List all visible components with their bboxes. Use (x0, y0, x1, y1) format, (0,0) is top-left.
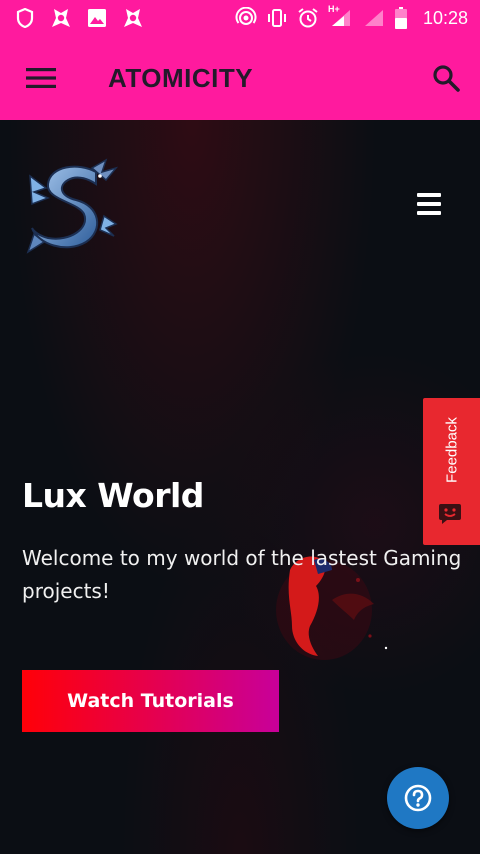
chat-face-icon (439, 504, 461, 524)
clock: 10:28 (422, 7, 468, 28)
app-notification-icon (50, 7, 72, 29)
app-bar: ATOMICITY (0, 36, 480, 120)
image-icon (86, 7, 108, 29)
app-notification-icon (122, 7, 144, 29)
system-icons: H+ 10:28 (235, 4, 468, 29)
help-button[interactable] (387, 767, 449, 829)
alarm-icon (297, 7, 319, 29)
hero-title: Lux World (22, 476, 204, 515)
hero-subtitle: Welcome to my world of the lastest Gamin… (22, 546, 462, 603)
hamburger-menu-icon[interactable] (417, 192, 443, 216)
feedback-label: Feedback (443, 417, 460, 483)
dragon-s-logo[interactable] (26, 158, 118, 256)
hero-section: Lux World Welcome to my world of the las… (0, 120, 480, 854)
search-icon[interactable] (432, 64, 460, 92)
signal-icon (363, 7, 385, 29)
app-title: ATOMICITY (108, 62, 254, 93)
hamburger-menu-icon[interactable] (26, 67, 56, 89)
feedback-tab[interactable]: Feedback (423, 398, 480, 545)
status-bar: H+ 10:28 (0, 0, 480, 36)
shield-icon (14, 7, 36, 29)
battery-icon (394, 7, 408, 29)
signal-icon: H+ (327, 4, 354, 29)
notification-icons (14, 7, 144, 29)
question-mark-icon (404, 784, 432, 812)
network-type-label: H+ (327, 4, 340, 14)
watch-tutorials-button[interactable]: Watch Tutorials (22, 670, 279, 732)
vibrate-icon (266, 7, 288, 29)
hotspot-icon (235, 7, 257, 29)
